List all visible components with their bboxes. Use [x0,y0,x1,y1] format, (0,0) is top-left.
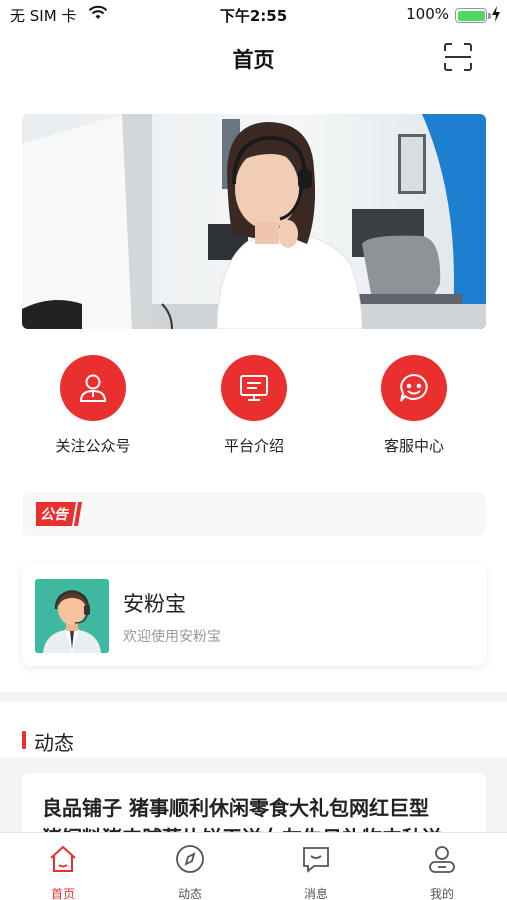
app-screen: 无 SIM 卡 下午2:55 100% 首页 关注公众号 平台介绍 客服中心 公… [0,0,507,900]
tab-home[interactable]: 首页 [23,843,103,900]
quick-action-label: 平台介绍 [223,437,284,455]
tab-bar: 首页 动态 消息 我的 [0,832,507,900]
banner-dot[interactable] [269,310,283,313]
banner-dot[interactable] [247,310,261,313]
tab-label: 我的 [429,887,454,900]
tab-profile[interactable]: 我的 [402,843,482,900]
service-subtitle: 欢迎使用安粉宝 [123,629,221,645]
service-button[interactable] [381,355,447,421]
battery-percent: 100% [406,5,449,23]
battery-fill [457,10,485,21]
message-icon [303,847,329,873]
section-divider [0,692,507,702]
user-icon [79,374,107,402]
compass-icon [176,845,204,873]
service-card[interactable]: 安粉宝 欢迎使用安粉宝 [22,564,486,666]
service-name: 安粉宝 [123,592,186,616]
tab-dynamics[interactable]: 动态 [150,843,230,900]
charging-bolt-icon [492,6,500,22]
scan-icon[interactable] [443,42,473,72]
intro-button[interactable] [221,355,287,421]
status-bar: 无 SIM 卡 下午2:55 100% [0,0,507,30]
tab-label: 消息 [303,887,328,900]
chat-smile-icon [400,373,428,402]
section-title: 动态 [34,731,74,755]
banner-image [22,114,486,329]
quick-actions: 关注公众号 平台介绍 客服中心 [0,355,507,465]
notice-bar[interactable]: 公告 [22,492,486,536]
section-header-dynamics: 动态 [0,722,507,758]
quick-action-label: 客服中心 [383,437,444,455]
banner-dot[interactable] [225,310,239,313]
quick-action-follow[interactable]: 关注公众号 [23,355,163,456]
banner-pagination [22,298,486,317]
agent-avatar-image [35,579,109,653]
battery-icon [455,8,491,23]
quick-action-intro[interactable]: 平台介绍 [184,355,324,456]
notice-tag-label: 公告 [40,507,68,523]
avatar [35,579,109,653]
nav-bar: 首页 [0,30,507,86]
hero-banner[interactable] [22,114,486,329]
tab-label: 首页 [50,887,75,900]
quick-action-service[interactable]: 客服中心 [344,355,484,456]
quick-action-label: 关注公众号 [55,437,131,455]
section-accent-bar [22,731,26,749]
notice-tag: 公告 [36,502,84,526]
tab-messages[interactable]: 消息 [276,843,356,900]
follow-button[interactable] [60,355,126,421]
profile-icon [429,846,455,873]
monitor-icon [240,375,268,401]
tab-label: 动态 [177,887,202,900]
home-icon [50,845,76,872]
page-title: 首页 [232,48,275,72]
feed-item-title-line: 良品铺子 猪事顺利休闲零食大礼包网红巨型 [42,796,429,820]
